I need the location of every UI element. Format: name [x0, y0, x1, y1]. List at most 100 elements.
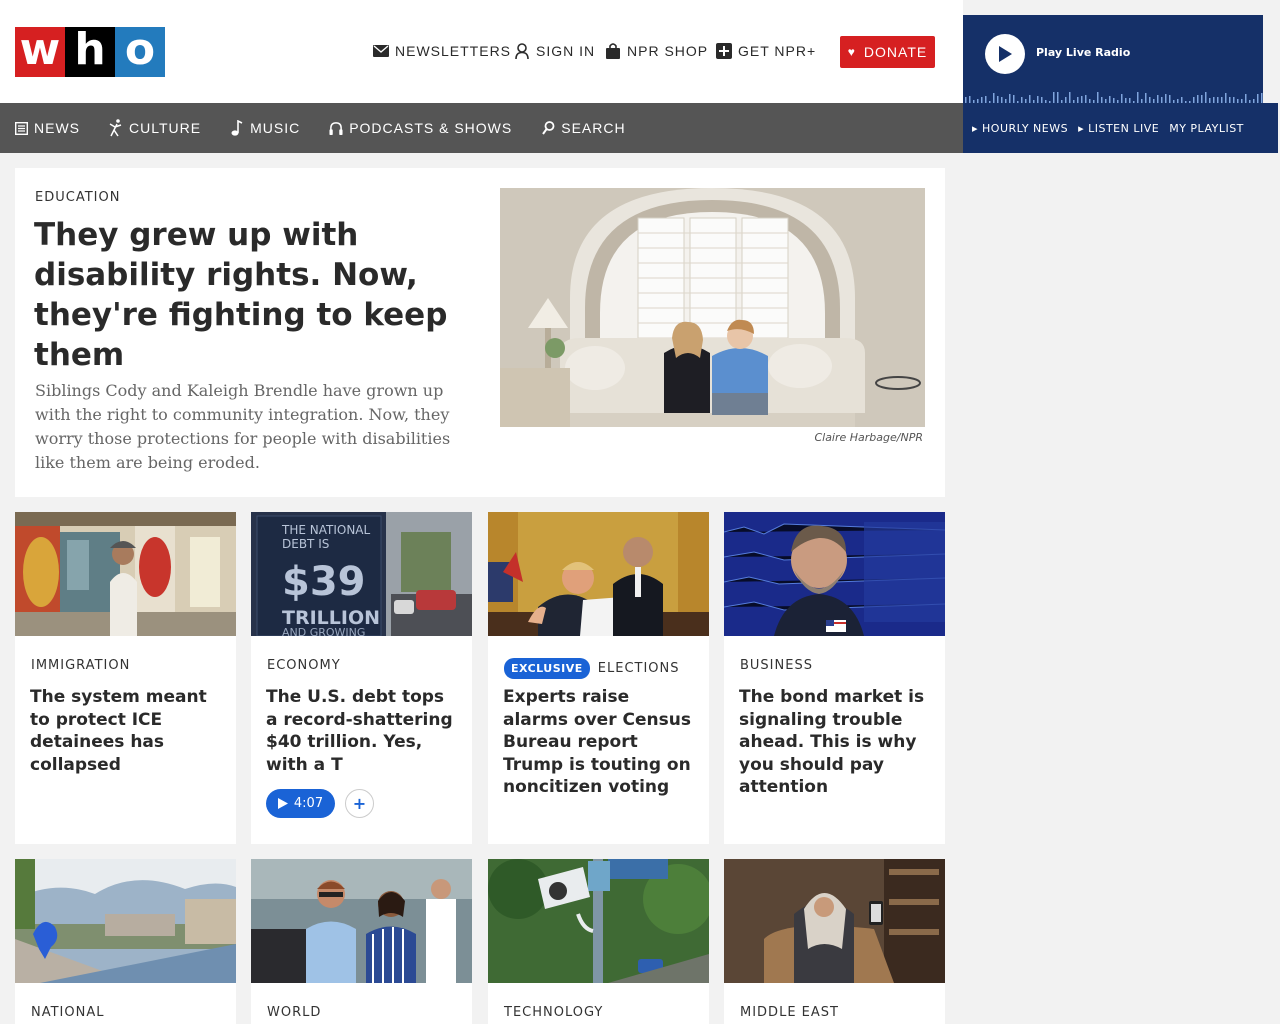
waveform-bar [1069, 92, 1071, 103]
story-card-headline[interactable]: Experts raise alarms over Census Bureau … [503, 686, 695, 799]
story-card-image[interactable] [488, 859, 709, 983]
waveform-bar [1225, 93, 1227, 103]
story-card[interactable]: WORLD [251, 859, 472, 1024]
waveform-bar [1085, 95, 1087, 103]
waveform-bar [1029, 95, 1031, 103]
waveform-bar [1013, 95, 1015, 103]
photo-credit: Claire Harbage/NPR [814, 431, 923, 444]
story-card-slug[interactable]: MIDDLE EAST [740, 1005, 839, 1020]
image-text: THE NATIONAL [281, 523, 371, 537]
story-card-headline[interactable]: The U.S. debt tops a record-shattering $… [266, 686, 458, 776]
newsletters-link[interactable]: NEWSLETTERS [373, 43, 511, 59]
waveform-bar [1261, 93, 1263, 103]
story-card-image[interactable] [724, 512, 945, 636]
story-card-slug-label: WORLD [267, 1005, 322, 1020]
story-card[interactable]: NATIONAL [15, 859, 236, 1024]
waveform-bar [985, 96, 987, 103]
story-card-slug[interactable]: IMMIGRATION [31, 658, 130, 673]
my-playlist-link[interactable]: MY PLAYLIST [1169, 122, 1244, 135]
nav-item-culture[interactable]: CULTURE [109, 119, 201, 137]
story-card-slug[interactable]: TECHNOLOGY [504, 1005, 603, 1020]
story-card-slug[interactable]: EXCLUSIVE ELECTIONS [504, 658, 680, 679]
image-text: AND GROWING [282, 626, 365, 636]
nav-item-podcasts[interactable]: PODCASTS & SHOWS [329, 120, 512, 136]
waveform-bar [1165, 94, 1167, 103]
nav-item-label: PODCASTS & SHOWS [349, 120, 513, 136]
plus-icon: + [352, 794, 367, 813]
story-card-slug[interactable]: WORLD [267, 1005, 321, 1020]
story-card-slug[interactable]: NATIONAL [31, 1005, 104, 1020]
waveform-bar [1201, 95, 1203, 103]
image-text: DEBT IS [282, 537, 329, 551]
nav-item-label: SEARCH [561, 120, 626, 136]
story-card-slug-label: NATIONAL [31, 1005, 105, 1020]
play-icon [277, 798, 288, 809]
nav-item-news[interactable]: NEWS [14, 120, 80, 136]
listen-button[interactable]: 4:07 [266, 789, 335, 818]
donate-button[interactable]: ♥ DONATE [840, 36, 935, 68]
add-to-playlist-button[interactable]: + [345, 789, 374, 818]
nav-item-music[interactable]: MUSIC [230, 120, 300, 136]
story-card-image[interactable] [724, 859, 945, 983]
listen-live-link[interactable]: ▸ LISTEN LIVE [1078, 122, 1159, 135]
user-icon [514, 43, 530, 59]
sign-in-link[interactable]: SIGN IN [514, 43, 595, 59]
story-card[interactable]: BUSINESS The bond market is signaling tr… [724, 512, 945, 844]
waveform-bar [1145, 93, 1147, 103]
shopping-bag-icon [605, 43, 621, 59]
nav-item-label: MUSIC [250, 120, 301, 136]
plus-square-icon [716, 43, 732, 59]
story-card-headline[interactable]: The bond market is signaling trouble ahe… [739, 686, 931, 799]
audio-controls: 4:07 + [266, 789, 374, 818]
hourly-news-link[interactable]: ▸ HOURLY NEWS [972, 122, 1068, 135]
story-card-image[interactable] [251, 859, 472, 983]
story-card-image[interactable] [488, 512, 709, 636]
story-card-headline[interactable]: The system meant to protect ICE detainee… [30, 686, 222, 776]
audio-duration: 4:07 [293, 796, 324, 811]
site-logo[interactable]: w h o [15, 27, 165, 77]
play-live-radio-button[interactable] [985, 34, 1025, 74]
waveform-bar [1121, 94, 1123, 103]
waveform-bar [1037, 96, 1039, 103]
waveform-bar [1109, 96, 1111, 103]
listen-live-label: LISTEN LIVE [1088, 121, 1160, 135]
logo-letter: w [15, 27, 65, 77]
story-card[interactable]: IMMIGRATION The system meant to protect … [15, 512, 236, 844]
site-header: w h o NEWSLETTERS SIGN IN NPR SHOP GET N… [0, 0, 963, 103]
story-card[interactable]: THE NATIONAL DEBT IS $39 TRILLION AND GR… [251, 512, 472, 844]
sign-in-label: SIGN IN [536, 43, 596, 59]
story-teaser[interactable]: Siblings Cody and Kaleigh Brendle have g… [35, 379, 455, 475]
story-card-slug[interactable]: BUSINESS [740, 658, 813, 673]
story-card-slug-label: ECONOMY [267, 658, 341, 673]
story-card[interactable]: MIDDLE EAST [724, 859, 945, 1024]
image-text: $39 [282, 559, 366, 605]
hero-story: EDUCATION They grew up with disability r… [15, 168, 945, 497]
get-npr-plus-link[interactable]: GET NPR+ [716, 43, 816, 59]
waveform-bar [969, 96, 971, 103]
waveform-bar [1137, 92, 1139, 103]
story-card-slug-label: TECHNOLOGY [504, 1005, 604, 1020]
story-card-image[interactable] [15, 859, 236, 983]
waveform-bar [1169, 95, 1171, 103]
news-icon [14, 121, 28, 135]
audio-waveform-graphic [965, 92, 1263, 103]
waveform-bar [1053, 92, 1055, 103]
story-card-image[interactable]: THE NATIONAL DEBT IS $39 TRILLION AND GR… [251, 512, 472, 636]
play-icon [999, 46, 1012, 62]
story-card[interactable]: EXCLUSIVE ELECTIONS Experts raise alarms… [488, 512, 709, 844]
story-card-slug[interactable]: ECONOMY [267, 658, 341, 673]
story-card-image[interactable] [15, 512, 236, 636]
story-photo[interactable] [500, 188, 925, 427]
nav-item-search[interactable]: SEARCH [541, 120, 625, 136]
story-headline[interactable]: They grew up with disability rights. Now… [34, 215, 454, 375]
story-card[interactable]: TECHNOLOGY [488, 859, 709, 1024]
waveform-bar [1257, 94, 1259, 103]
logo-letter: h [65, 27, 115, 77]
live-radio-player: Play Live Radio [963, 15, 1263, 103]
story-kicker[interactable]: EDUCATION [35, 190, 120, 205]
heart-icon: ♥ [847, 45, 856, 59]
nav-item-label: NEWS [34, 120, 80, 136]
hourly-news-label: HOURLY NEWS [982, 121, 1069, 135]
story-card-slug-label: ELECTIONS [597, 661, 680, 676]
npr-shop-link[interactable]: NPR SHOP [605, 43, 708, 59]
